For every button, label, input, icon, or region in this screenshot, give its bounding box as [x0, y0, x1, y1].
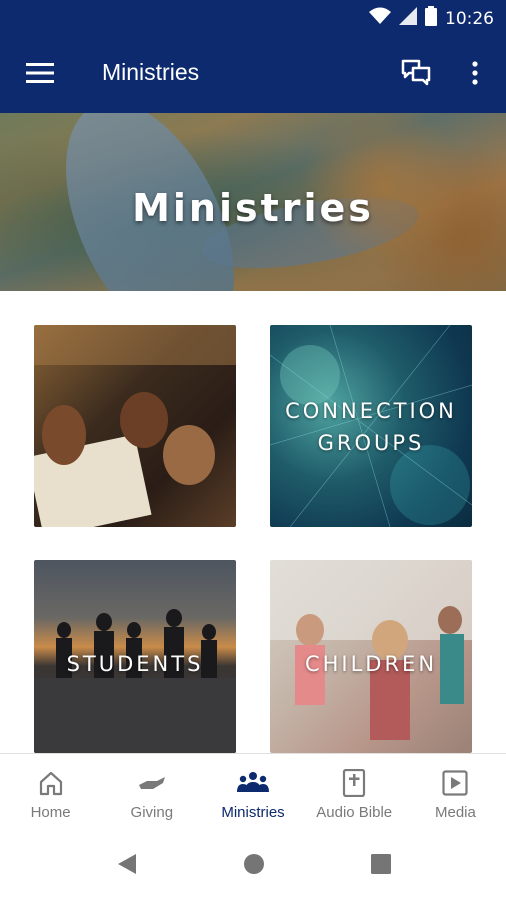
- nav-item-media[interactable]: Media: [405, 754, 506, 831]
- status-bar: 10:26: [0, 0, 506, 37]
- status-icons: 10:26: [369, 6, 494, 31]
- menu-button[interactable]: [22, 59, 58, 91]
- system-recents-button[interactable]: [368, 853, 394, 879]
- hero-banner: Ministries: [0, 113, 506, 291]
- home-icon: [38, 768, 64, 798]
- hero-title: Ministries: [132, 186, 374, 230]
- recents-square-icon: [371, 853, 391, 879]
- app-bar: Ministries: [0, 37, 506, 113]
- nav-item-giving[interactable]: Giving: [101, 754, 202, 831]
- nav-label-giving: Giving: [130, 804, 174, 821]
- more-options-button[interactable]: [462, 57, 488, 93]
- home-circle-icon: [243, 853, 265, 880]
- signal-icon: [399, 7, 417, 30]
- children-label: CHILDREN: [304, 652, 438, 676]
- group-icon: [236, 768, 270, 798]
- chat-icon: [401, 59, 431, 92]
- students-label: STUDENTS: [66, 652, 204, 676]
- more-vert-icon: [472, 60, 478, 90]
- ministry-tile-children[interactable]: CHILDREN: [270, 560, 472, 753]
- giving-hand-icon: [137, 768, 167, 798]
- nav-item-home[interactable]: Home: [0, 754, 101, 831]
- ministry-tile-students[interactable]: STUDENTS: [34, 560, 236, 753]
- bible-icon: [342, 768, 366, 798]
- play-icon: [442, 768, 469, 798]
- nav-item-audio-bible[interactable]: Audio Bible: [304, 754, 405, 831]
- nav-label-ministries: Ministries: [221, 804, 285, 821]
- ministry-tile-connection-groups[interactable]: CONNECTION GROUPS: [270, 325, 472, 527]
- nav-item-ministries[interactable]: Ministries: [202, 754, 303, 831]
- ministry-tile-prayer[interactable]: [34, 325, 236, 527]
- bottom-navigation: Home Giving Ministries Audio Bible Media: [0, 753, 506, 831]
- back-triangle-icon: [116, 852, 138, 881]
- battery-icon: [425, 6, 437, 31]
- menu-icon: [26, 62, 54, 89]
- prayer-hands-image: [34, 325, 236, 527]
- system-home-button[interactable]: [241, 853, 267, 879]
- status-time: 10:26: [445, 8, 494, 29]
- nav-label-audio-bible: Audio Bible: [316, 804, 393, 821]
- wifi-icon: [369, 7, 391, 30]
- page-title: Ministries: [102, 59, 200, 85]
- chat-button[interactable]: [398, 57, 434, 93]
- connection-groups-label-line2: GROUPS: [317, 431, 425, 455]
- system-back-button[interactable]: [114, 853, 140, 879]
- nav-label-home: Home: [30, 804, 71, 821]
- nav-label-media: Media: [434, 804, 476, 821]
- system-navigation-bar: [0, 831, 506, 900]
- connection-groups-label-line1: CONNECTION: [285, 399, 457, 423]
